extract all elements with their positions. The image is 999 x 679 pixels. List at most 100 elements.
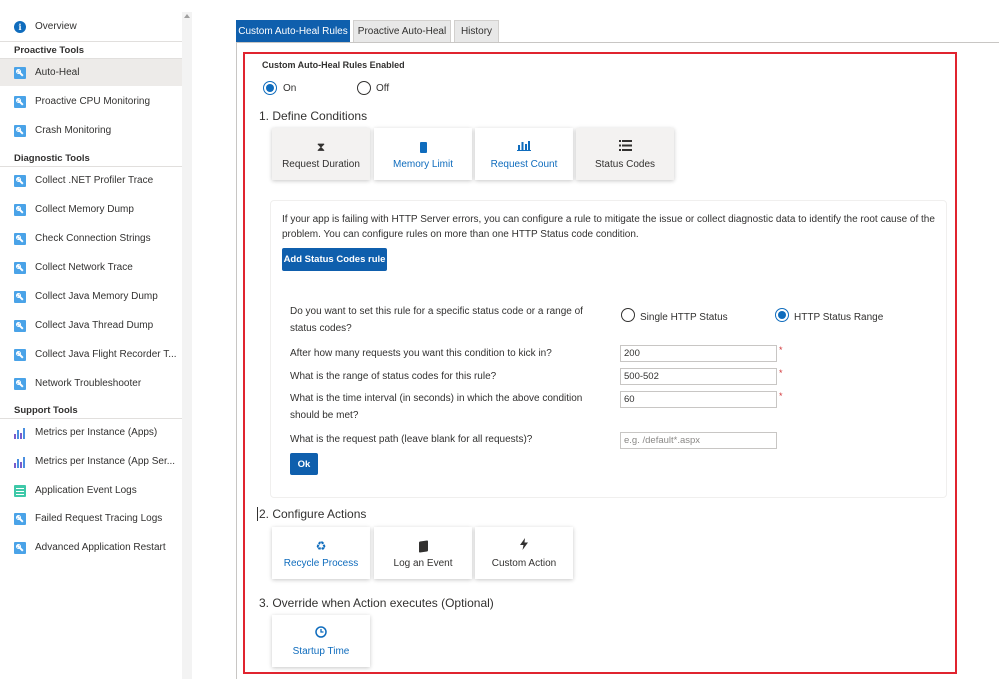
section-title-support-tools: Support Tools <box>14 405 78 416</box>
book-icon <box>418 538 428 554</box>
wrench-icon <box>14 174 26 187</box>
lightning-icon <box>520 537 528 554</box>
metrics-chart-icon <box>14 456 26 468</box>
sidebar-item-collect-java-thread-dump[interactable]: Collect Java Thread Dump <box>0 312 182 339</box>
action-card-log-an-event[interactable]: Log an Event <box>374 527 472 579</box>
radio-http-status-range[interactable] <box>775 308 789 322</box>
override-heading: 3. Override when Action executes (Option… <box>259 596 494 610</box>
sidebar-item-collect-memory-dump[interactable]: Collect Memory Dump <box>0 196 182 223</box>
recycle-icon: ♻ <box>315 538 327 553</box>
sidebar-item-advanced-application-restart[interactable]: Advanced Application Restart <box>0 534 182 561</box>
wrench-icon <box>14 348 26 361</box>
sidebar-item-metrics-per-instance-apps[interactable]: Metrics per Instance (Apps) <box>0 419 182 446</box>
tab-custom-auto-heal-rules[interactable]: Custom Auto-Heal Rules <box>236 20 350 43</box>
card-label: Memory Limit <box>392 158 453 170</box>
sidebar-item-label: Collect Java Thread Dump <box>35 320 154 331</box>
tab-underline <box>236 42 999 43</box>
status-range-input[interactable] <box>620 368 777 385</box>
request-path-input[interactable] <box>620 432 777 449</box>
scroll-up-arrow-icon[interactable] <box>184 14 190 18</box>
sidebar-item-label: Failed Request Tracing Logs <box>35 513 163 524</box>
condition-card-request-duration[interactable]: ⧗ Request Duration <box>272 128 370 180</box>
action-card-recycle-process[interactable]: ♻ Recycle Process <box>272 527 370 579</box>
sidebar-item-label: Overview <box>35 21 77 32</box>
wrench-icon <box>14 541 26 554</box>
sidebar-item-check-connection-strings[interactable]: Check Connection Strings <box>0 225 182 252</box>
question-line: Do you want to set this rule for a speci… <box>290 306 583 317</box>
clock-icon <box>315 625 327 642</box>
question-status-range: What is the range of status codes for th… <box>290 371 497 382</box>
sidebar-item-label: Proactive CPU Monitoring <box>35 96 151 107</box>
tab-history[interactable]: History <box>454 20 499 43</box>
sidebar-item-label: Collect Java Memory Dump <box>35 291 158 302</box>
card-label: Recycle Process <box>283 557 359 569</box>
sidebar-item-crash-monitoring[interactable]: Crash Monitoring <box>0 117 182 144</box>
sidebar-item-auto-heal[interactable]: Auto-Heal <box>0 59 182 86</box>
question-line: status codes? <box>290 323 352 334</box>
sidebar-item-collect-network-trace[interactable]: Collect Network Trace <box>0 254 182 281</box>
sidebar-item-label: Application Event Logs <box>35 485 137 496</box>
question-line: What is the time interval (in seconds) i… <box>290 393 583 404</box>
panel-border <box>236 42 237 679</box>
radio-single-http-status[interactable] <box>621 308 635 322</box>
sidebar-item-collect-java-memory-dump[interactable]: Collect Java Memory Dump <box>0 283 182 310</box>
requests-count-input[interactable] <box>620 345 777 362</box>
info-icon: i <box>14 20 26 33</box>
radio-off[interactable] <box>357 81 371 95</box>
card-label: Custom Action <box>491 557 557 569</box>
condition-card-request-count[interactable]: Request Count <box>475 128 573 180</box>
sidebar-divider <box>0 41 182 42</box>
sidebar-item-collect-java-flight-recorder[interactable]: Collect Java Flight Recorder T... <box>0 341 182 368</box>
radio-on-label: On <box>283 83 297 94</box>
status-codes-description: If your app is failing with HTTP Server … <box>282 212 942 242</box>
sidebar-scrollbar[interactable] <box>182 12 192 679</box>
bar-chart-icon <box>517 139 531 155</box>
sidebar-item-label: Collect Java Flight Recorder T... <box>35 349 177 360</box>
override-card-startup-time[interactable]: Startup Time <box>272 615 370 667</box>
section-title-diagnostic-tools: Diagnostic Tools <box>14 153 90 164</box>
action-card-custom-action[interactable]: Custom Action <box>475 527 573 579</box>
sidebar-item-network-troubleshooter[interactable]: Network Troubleshooter <box>0 370 182 397</box>
question-line: should be met? <box>290 410 359 421</box>
sidebar-item-label: Check Connection Strings <box>35 233 151 244</box>
sidebar-item-failed-request-tracing-logs[interactable]: Failed Request Tracing Logs <box>0 505 182 532</box>
wrench-icon <box>14 512 26 525</box>
sidebar-item-collect-net-profiler-trace[interactable]: Collect .NET Profiler Trace <box>0 167 182 194</box>
sidebar-item-overview[interactable]: i Overview <box>0 13 182 40</box>
question-time-interval: What is the time interval (in seconds) i… <box>290 390 600 424</box>
configure-actions-heading: 2. Configure Actions <box>259 507 367 521</box>
sidebar-item-label: Advanced Application Restart <box>35 542 166 553</box>
condition-card-status-codes[interactable]: Status Codes <box>576 128 674 180</box>
wrench-icon <box>14 261 26 274</box>
text-cursor <box>257 507 258 521</box>
sidebar-item-label: Network Troubleshooter <box>35 378 142 389</box>
card-label: Startup Time <box>292 645 350 657</box>
sidebar-item-label: Collect Network Trace <box>35 262 133 273</box>
question-request-path: What is the request path (leave blank fo… <box>290 434 533 445</box>
wrench-icon <box>14 232 26 245</box>
question-request-count: After how many requests you want this co… <box>290 348 552 359</box>
metrics-chart-icon <box>14 427 26 439</box>
wrench-icon <box>14 66 26 79</box>
define-conditions-heading: 1. Define Conditions <box>259 109 368 123</box>
wrench-icon <box>14 290 26 303</box>
sidebar-item-label: Auto-Heal <box>35 67 80 78</box>
radio-on[interactable] <box>263 81 277 95</box>
radio-single-http-status-label: Single HTTP Status <box>640 312 728 323</box>
condition-card-memory-limit[interactable]: Memory Limit <box>374 128 472 180</box>
sidebar-item-application-event-logs[interactable]: Application Event Logs <box>0 477 182 504</box>
add-status-codes-rule-button[interactable]: Add Status Codes rule <box>282 248 387 271</box>
ok-button[interactable]: Ok <box>290 453 318 475</box>
time-interval-input[interactable] <box>620 391 777 408</box>
description-line: problem. You can configure rules on more… <box>282 229 639 240</box>
event-log-icon <box>14 484 26 497</box>
card-label: Log an Event <box>393 557 453 569</box>
sidebar-item-proactive-cpu-monitoring[interactable]: Proactive CPU Monitoring <box>0 88 182 115</box>
rules-enabled-label: Custom Auto-Heal Rules Enabled <box>262 60 405 70</box>
wrench-icon <box>14 124 26 137</box>
description-line: If your app is failing with HTTP Server … <box>282 214 935 225</box>
card-label: Request Count <box>490 158 558 170</box>
card-label: Status Codes <box>594 158 656 170</box>
sidebar-item-metrics-per-instance-app-service[interactable]: Metrics per Instance (App Ser... <box>0 448 182 475</box>
tab-proactive-auto-heal[interactable]: Proactive Auto-Heal <box>353 20 451 43</box>
